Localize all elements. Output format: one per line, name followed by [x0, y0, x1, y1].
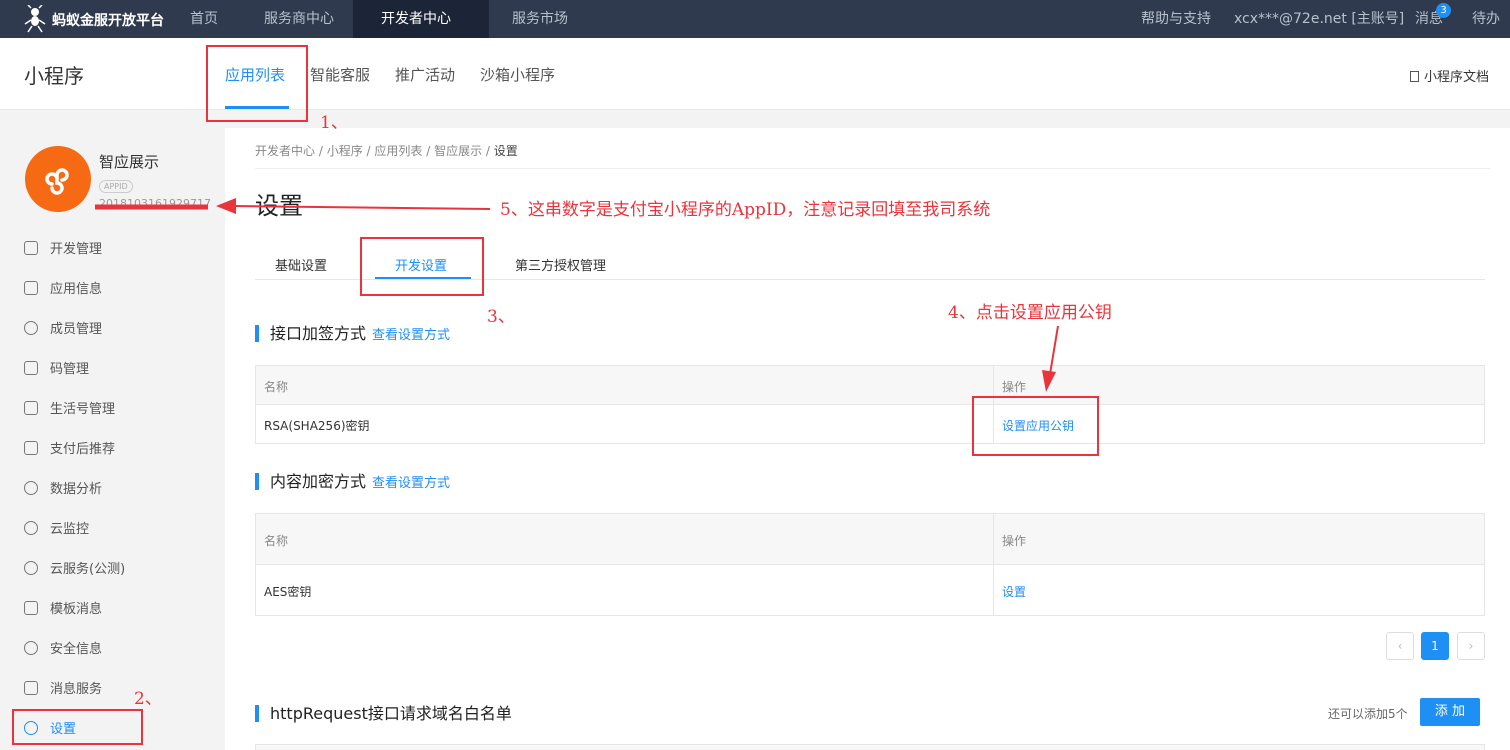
- arrow-to-public-key: [1042, 325, 1059, 392]
- arrow-to-appid: [95, 198, 491, 214]
- annotation-arrows: [95, 198, 1059, 392]
